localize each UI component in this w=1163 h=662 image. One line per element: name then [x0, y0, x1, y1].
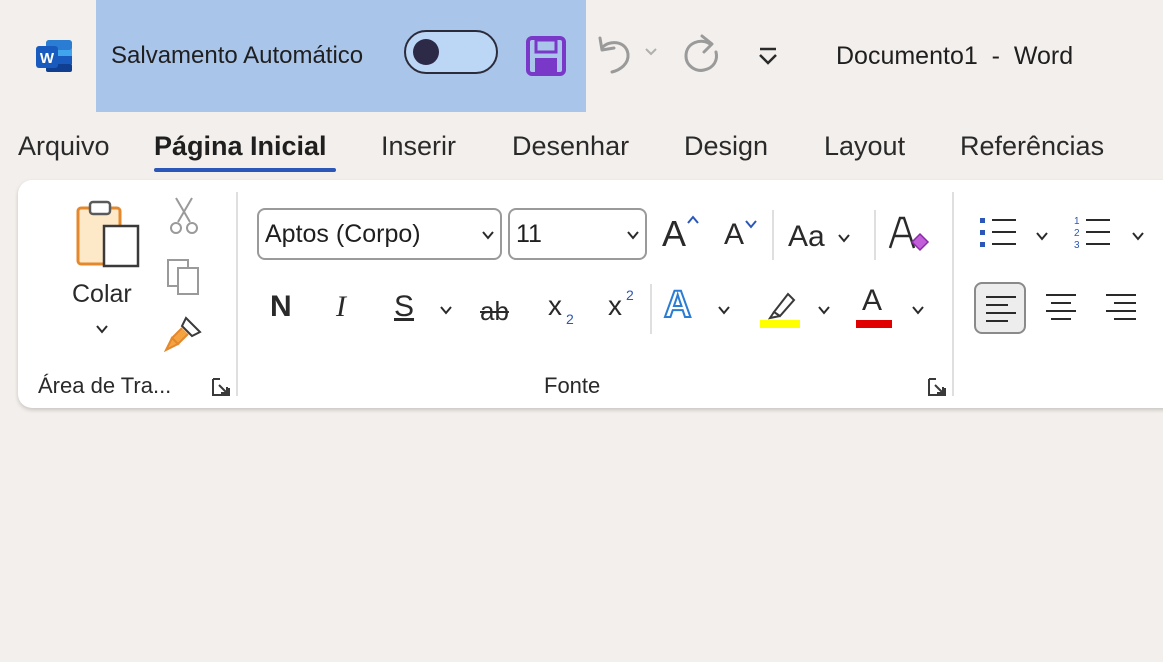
font-separator [772, 210, 774, 260]
clipboard-group-label: Área de Tra... [38, 373, 172, 398]
paste-label[interactable]: Colar [72, 280, 132, 308]
svg-text:1: 1 [1074, 216, 1080, 227]
change-case-glyph: Aa [788, 220, 825, 253]
paste-icon[interactable] [74, 198, 144, 270]
tab-inserir[interactable]: Inserir [381, 128, 456, 164]
tab-layout[interactable]: Layout [824, 128, 905, 164]
redo-icon[interactable] [680, 32, 724, 76]
svg-text:3: 3 [1074, 240, 1080, 251]
title-bar: W Salvamento Automático Documento1 - Wor… [0, 0, 1163, 112]
tab-referencias[interactable]: Referências [960, 128, 1104, 164]
text-effects-chevron-icon[interactable] [716, 304, 732, 316]
font-name-combo[interactable]: Aptos (Corpo) [257, 208, 502, 260]
bold-button[interactable]: N [270, 292, 292, 322]
change-case-chevron-icon[interactable] [836, 232, 852, 244]
svg-text:2: 2 [1074, 228, 1080, 239]
customize-toolbar-icon[interactable] [752, 40, 784, 72]
superscript-button[interactable]: x 2 [608, 288, 648, 332]
align-left-icon [986, 296, 1016, 322]
undo-icon[interactable] [592, 32, 636, 76]
word-app-icon: W [36, 40, 72, 72]
underline-glyph: S [394, 290, 415, 323]
highlight-chevron-icon[interactable] [816, 304, 832, 316]
clear-formatting-icon [888, 216, 930, 252]
text-effects-glyph: A [663, 284, 692, 326]
bullets-chevron-icon[interactable] [1034, 230, 1050, 242]
font-size-combo[interactable]: 11 [508, 208, 647, 260]
grow-caret-icon [687, 215, 699, 224]
subscript-button[interactable]: x 2 [548, 292, 588, 332]
superscript-mark: 2 [626, 287, 634, 303]
autosave-label: Salvamento Automático [111, 42, 364, 69]
font-name-value: Aptos (Corpo) [265, 220, 421, 248]
group-separator [236, 192, 238, 396]
autosave-toggle[interactable] [404, 30, 498, 74]
highlighter-icon [760, 292, 800, 328]
numbering-chevron-icon[interactable] [1130, 230, 1146, 242]
strikethrough-button[interactable]: ab [480, 298, 509, 324]
align-center-icon[interactable] [1044, 292, 1078, 322]
subscript-glyph: x [548, 290, 562, 321]
shrink-font-glyph: A [724, 218, 745, 251]
tab-pagina-inicial[interactable]: Página Inicial [154, 128, 327, 164]
bullets-button[interactable] [978, 214, 1050, 254]
clipboard-dialog-launcher-icon[interactable] [210, 376, 232, 398]
grow-font-button[interactable]: A [660, 214, 704, 254]
shrink-font-button[interactable]: A [722, 218, 766, 258]
numbered-list-icon: 1 2 3 [1074, 216, 1110, 251]
format-painter-icon[interactable] [164, 314, 204, 354]
font-size-chevron-icon[interactable] [625, 228, 641, 242]
numbering-button[interactable]: 1 2 3 [1072, 214, 1162, 254]
document-title: Documento1 - Word [836, 42, 1074, 70]
bullet-list-icon [980, 218, 1016, 247]
font-color-button[interactable]: A [856, 286, 930, 330]
tab-desenhar[interactable]: Desenhar [512, 128, 629, 164]
font-group-label: Fonte [544, 373, 601, 398]
font-size-value: 11 [516, 220, 542, 248]
font-separator [874, 210, 876, 260]
copy-icon[interactable] [166, 258, 202, 296]
font-color-swatch [856, 320, 892, 328]
highlight-button[interactable] [760, 286, 834, 330]
underline-button[interactable]: S [394, 290, 458, 330]
svg-text:W: W [40, 50, 55, 67]
autosave-toggle-knob [413, 39, 439, 65]
font-color-chevron-icon[interactable] [910, 304, 926, 316]
clear-formatting-button[interactable] [886, 212, 930, 256]
shrink-caret-icon [745, 220, 757, 229]
subscript-mark: 2 [566, 311, 574, 327]
grow-font-glyph: A [662, 213, 687, 254]
align-right-icon[interactable] [1104, 292, 1138, 322]
text-effects-button[interactable]: A [663, 284, 734, 330]
tab-arquivo[interactable]: Arquivo [18, 128, 110, 164]
tab-design[interactable]: Design [684, 128, 768, 164]
align-left-button[interactable] [974, 282, 1026, 334]
cut-icon[interactable] [168, 196, 200, 236]
change-case-button[interactable]: Aa [786, 218, 856, 258]
superscript-glyph: x [608, 290, 622, 321]
font-separator [650, 284, 652, 334]
group-separator [952, 192, 954, 396]
font-name-chevron-icon[interactable] [480, 228, 496, 242]
ribbon: Colar Área de Tra... Aptos (Corpo) 11 A … [18, 180, 1163, 408]
font-dialog-launcher-icon[interactable] [926, 376, 948, 398]
italic-button[interactable]: I [336, 292, 346, 322]
undo-dropdown-chevron-icon[interactable] [642, 42, 660, 60]
underline-chevron-icon[interactable] [438, 304, 454, 316]
active-tab-indicator [154, 168, 336, 172]
font-color-glyph: A [862, 284, 883, 317]
save-icon[interactable] [524, 34, 568, 78]
paste-chevron-icon[interactable] [94, 322, 110, 336]
document-canvas[interactable] [0, 412, 1163, 662]
